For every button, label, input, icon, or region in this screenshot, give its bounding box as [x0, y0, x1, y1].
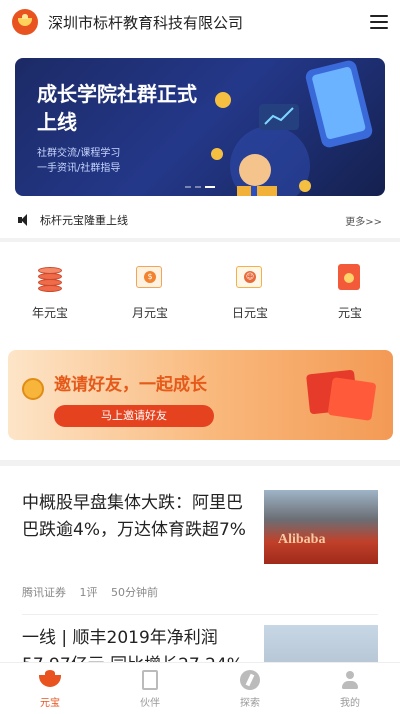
notice-bar: 标杆元宝隆重上线 更多>>: [0, 206, 400, 234]
invite-friends-button[interactable]: 马上邀请好友: [54, 405, 214, 427]
quick-item-label: 日元宝: [231, 306, 268, 320]
quick-item-label: 月元宝: [131, 306, 168, 320]
coin-icon: [22, 378, 44, 400]
news-divider: [22, 614, 378, 615]
certificate-icon: ☺: [232, 260, 268, 296]
promo-banner[interactable]: 成长学院社群正式上线 社群交流/课程学习 一手资讯/社群指导: [15, 58, 385, 196]
red-envelope-icon: [332, 260, 368, 296]
menu-icon[interactable]: [370, 15, 388, 29]
app-page: 深圳市标杆教育科技有限公司 成长学院社群正式上线 社群交流/课程学习 一手资讯/…: [0, 0, 400, 714]
tab-label: 元宝: [40, 697, 60, 709]
user-icon: [339, 669, 361, 691]
tab-label: 伙伴: [140, 697, 160, 709]
news-item[interactable]: 中概股早盘集体大跌：阿里巴巴跌逾4%，万达体育跌超7% 腾讯证券 1评 50分钟…: [22, 490, 378, 610]
news-meta: 腾讯证券 1评 50分钟前: [22, 584, 168, 600]
tab-label: 我的: [340, 697, 360, 709]
quick-item-label: 元宝: [337, 306, 362, 320]
carousel-dot[interactable]: [195, 186, 201, 188]
news-source: 腾讯证券: [22, 586, 66, 599]
red-envelope-icon: [327, 377, 377, 421]
quick-item-day-ingot[interactable]: ☺ 日元宝: [205, 260, 295, 332]
quick-item-label: 年元宝: [31, 306, 68, 320]
tab-label: 探索: [240, 697, 260, 709]
tab-explore[interactable]: 探索: [200, 663, 300, 714]
section-divider: [0, 460, 400, 466]
news-time: 50分钟前: [111, 586, 158, 599]
more-link[interactable]: 更多>>: [345, 213, 382, 228]
quick-item-year-ingot[interactable]: 年元宝: [5, 260, 95, 332]
invite-banner[interactable]: 邀请好友，一起成长 马上邀请好友: [8, 350, 393, 440]
coin-card-icon: $: [132, 260, 168, 296]
tab-ingot[interactable]: 元宝: [0, 663, 100, 714]
ingot-icon: [39, 669, 61, 691]
banner-title: 成长学院社群正式上线: [37, 82, 197, 134]
news-comments: 1评: [79, 586, 98, 599]
coin-stack-icon: [32, 260, 68, 296]
banner-sub-line2: 一手资讯/社群指导: [37, 163, 121, 174]
news-thumbnail[interactable]: [264, 625, 378, 665]
bottom-tab-bar: 元宝 伙伴 探索 我的: [0, 662, 400, 714]
quick-menu: 年元宝 $ 月元宝 ☺ 日元宝 元宝: [0, 260, 400, 332]
section-divider: [0, 238, 400, 242]
top-bar: 深圳市标杆教育科技有限公司: [0, 0, 400, 44]
news-title[interactable]: 中概股早盘集体大跌：阿里巴巴跌逾4%，万达体育跌超7%: [22, 490, 250, 544]
thumbnail-sign-text: Alibaba: [278, 532, 326, 547]
invite-title: 邀请好友，一起成长: [54, 375, 207, 395]
book-icon: [139, 669, 161, 691]
news-title[interactable]: 一线 | 顺丰2019年净利润57.97亿元 同比增长27.24%: [22, 625, 250, 665]
carousel-dot[interactable]: [185, 186, 191, 188]
ingot-logo-icon: [12, 9, 38, 35]
quick-item-ingot[interactable]: 元宝: [305, 260, 395, 332]
banner-sub-line1: 社群交流/课程学习: [37, 148, 121, 159]
news-item[interactable]: 一线 | 顺丰2019年净利润57.97亿元 同比增长27.24%: [22, 625, 378, 665]
tab-me[interactable]: 我的: [300, 663, 400, 714]
compass-icon: [239, 669, 261, 691]
banner-subtitle: 社群交流/课程学习 一手资讯/社群指导: [37, 146, 120, 176]
carousel-dot-active[interactable]: [205, 186, 215, 188]
company-title: 深圳市标杆教育科技有限公司: [48, 13, 244, 32]
tab-partners[interactable]: 伙伴: [100, 663, 200, 714]
quick-item-month-ingot[interactable]: $ 月元宝: [105, 260, 195, 332]
speaker-icon: [18, 214, 30, 226]
carousel-indicator: [15, 186, 385, 188]
news-thumbnail[interactable]: Alibaba: [264, 490, 378, 564]
notice-text[interactable]: 标杆元宝隆重上线: [40, 212, 345, 228]
